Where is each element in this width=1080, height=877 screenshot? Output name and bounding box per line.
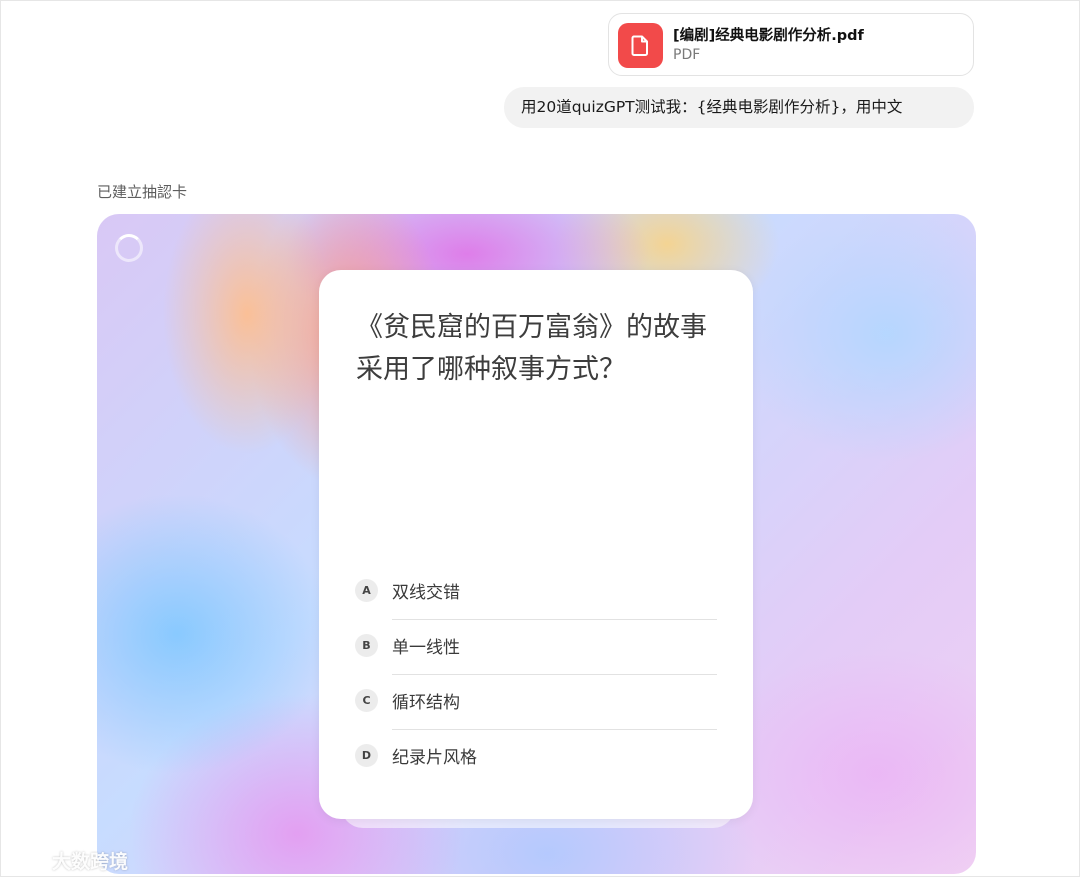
attachment-file-type: PDF xyxy=(673,47,701,63)
quiz-option-a[interactable]: A 双线交错 xyxy=(355,565,717,620)
attachment-file-name: [编剧]经典电影剧作分析.pdf xyxy=(673,28,864,44)
option-text: 双线交错 xyxy=(392,583,460,603)
quiz-card: 《贫民窟的百万富翁》的故事采用了哪种叙事方式？ A 双线交错 B 单一线性 C … xyxy=(319,270,753,819)
option-text: 循环结构 xyxy=(392,693,460,713)
user-message-bubble: 用20道quizGPT测试我：{经典电影剧作分析}，用中文 xyxy=(504,87,974,128)
quiz-option-c[interactable]: C 循环结构 xyxy=(355,675,717,730)
watermark-logo-icon xyxy=(13,848,48,868)
quiz-question: 《贫民窟的百万富翁》的故事采用了哪种叙事方式？ xyxy=(356,312,707,385)
quiz-option-b[interactable]: B 单一线性 xyxy=(355,620,717,675)
option-text: 单一线性 xyxy=(392,638,460,658)
option-letter-badge: B xyxy=(355,634,378,657)
flashcards-created-label: 已建立抽認卡 xyxy=(97,183,188,201)
loading-spinner-icon xyxy=(115,234,143,262)
quiz-option-d[interactable]: D 纪录片风格 xyxy=(355,730,717,785)
watermark-text: 大数跨境 xyxy=(52,851,129,873)
option-text: 纪录片风格 xyxy=(392,748,477,768)
pdf-attachment[interactable]: [编剧]经典电影剧作分析.pdf PDF xyxy=(608,13,974,76)
option-letter-badge: A xyxy=(355,579,378,602)
option-letter-badge: C xyxy=(355,689,378,712)
document-icon xyxy=(618,23,663,68)
option-letter-badge: D xyxy=(355,744,378,767)
